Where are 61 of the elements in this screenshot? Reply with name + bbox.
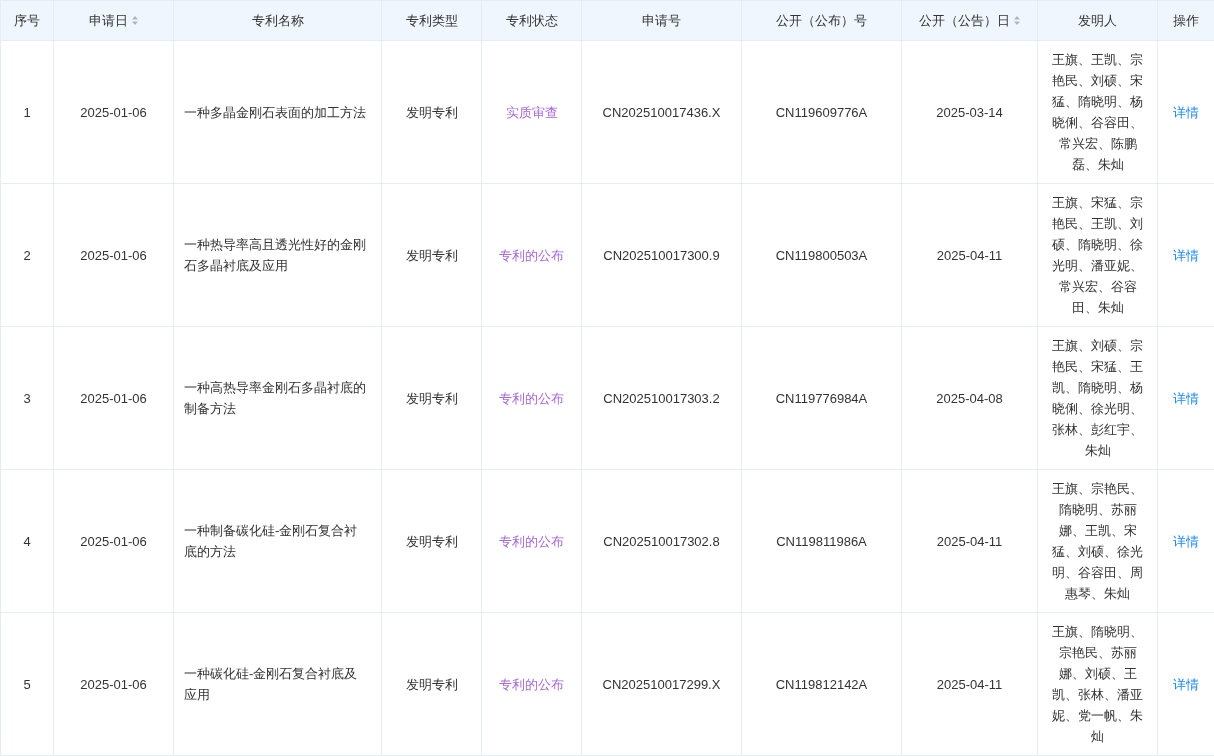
- column-header: 操作: [1173, 11, 1199, 30]
- row-number: 4: [23, 533, 31, 549]
- details-link[interactable]: 详情: [1173, 533, 1199, 549]
- application-date: 2025-01-06: [80, 390, 147, 406]
- column-header: 公开（公布）号: [776, 11, 867, 30]
- publication-date: 2025-04-11: [936, 533, 1003, 549]
- row-number: 5: [23, 676, 31, 692]
- patent-type: 发明专利: [405, 390, 458, 406]
- inventor-list: 王旗、王凯、宗艳民、刘硕、宋猛、隋晓明、杨晓俐、谷容田、常兴宏、陈鹏磊、朱灿: [1048, 49, 1147, 175]
- application-number: CN202510017299.X: [602, 676, 721, 692]
- details-link[interactable]: 详情: [1173, 104, 1199, 120]
- patent-status: 专利的公布: [499, 247, 564, 263]
- publication-number: CN119800503A: [775, 247, 868, 263]
- application-date: 2025-01-06: [80, 247, 147, 263]
- inventor-list: 王旗、宗艳民、隋晓明、苏丽娜、王凯、宋猛、刘硕、徐光明、谷容田、周惠琴、朱灿: [1048, 478, 1147, 604]
- patent-title: 一种碳化硅-金刚石复合衬底及应用: [184, 666, 358, 702]
- patent-type: 发明专利: [405, 104, 458, 120]
- patent-status: 实质审查: [505, 104, 558, 120]
- application-date: 2025-01-06: [80, 104, 147, 120]
- patent-title: 一种高热导率金刚石多晶衬底的制备方法: [184, 380, 366, 416]
- sort-icon[interactable]: [1014, 16, 1020, 25]
- column-header: 序号: [14, 11, 40, 30]
- publication-number: CN119812142A: [775, 676, 868, 692]
- publication-number: CN119811986A: [776, 533, 867, 549]
- inventor-list: 王旗、隋晓明、宗艳民、苏丽娜、刘硕、王凯、张林、潘亚妮、党一帆、朱灿: [1048, 621, 1147, 747]
- patent-status: 专利的公布: [499, 676, 564, 692]
- application-date: 2025-01-06: [80, 676, 147, 692]
- application-number: CN202510017436.X: [602, 104, 721, 120]
- patent-type: 发明专利: [405, 247, 458, 263]
- column-header[interactable]: 申请日: [89, 10, 128, 31]
- publication-date: 2025-04-08: [936, 390, 1003, 406]
- patent-type: 发明专利: [405, 533, 458, 549]
- publication-date: 2025-03-14: [936, 104, 1003, 120]
- publication-number: CN119609776A: [775, 104, 868, 120]
- application-number: CN202510017303.2: [603, 390, 720, 406]
- inventor-list: 王旗、刘硕、宗艳民、宋猛、王凯、隋晓明、杨晓俐、徐光明、张林、彭红宇、朱灿: [1048, 335, 1147, 461]
- details-link[interactable]: 详情: [1173, 390, 1199, 406]
- row-number: 2: [23, 247, 31, 263]
- sort-icon[interactable]: [132, 16, 138, 25]
- column-header: 专利类型: [405, 11, 458, 30]
- publication-number: CN119776984A: [775, 390, 868, 406]
- inventor-list: 王旗、宋猛、宗艳民、王凯、刘硕、隋晓明、徐光明、潘亚妮、常兴宏、谷容田、朱灿: [1048, 192, 1147, 318]
- patent-type: 发明专利: [405, 676, 458, 692]
- patent-status: 专利的公布: [499, 390, 564, 406]
- application-number: CN202510017302.8: [603, 533, 720, 549]
- publication-date: 2025-04-11: [936, 247, 1003, 263]
- row-number: 3: [23, 390, 31, 406]
- application-date: 2025-01-06: [80, 533, 147, 549]
- details-link[interactable]: 详情: [1173, 676, 1199, 692]
- column-header: 发明人: [1078, 11, 1117, 30]
- row-number: 1: [23, 104, 31, 120]
- column-header: 专利状态: [505, 11, 558, 30]
- patent-title: 一种多晶金刚石表面的加工方法: [184, 104, 366, 120]
- application-number: CN202510017300.9: [603, 247, 720, 263]
- patent-status: 专利的公布: [499, 533, 564, 549]
- details-link[interactable]: 详情: [1173, 247, 1199, 263]
- patent-title: 一种制备碳化硅-金刚石复合衬底的方法: [184, 523, 358, 559]
- publication-date: 2025-04-11: [936, 676, 1003, 692]
- column-header: 专利名称: [251, 11, 304, 30]
- column-header: 申请号: [642, 11, 681, 30]
- patent-title: 一种热导率高且透光性好的金刚石多晶衬底及应用: [184, 237, 366, 273]
